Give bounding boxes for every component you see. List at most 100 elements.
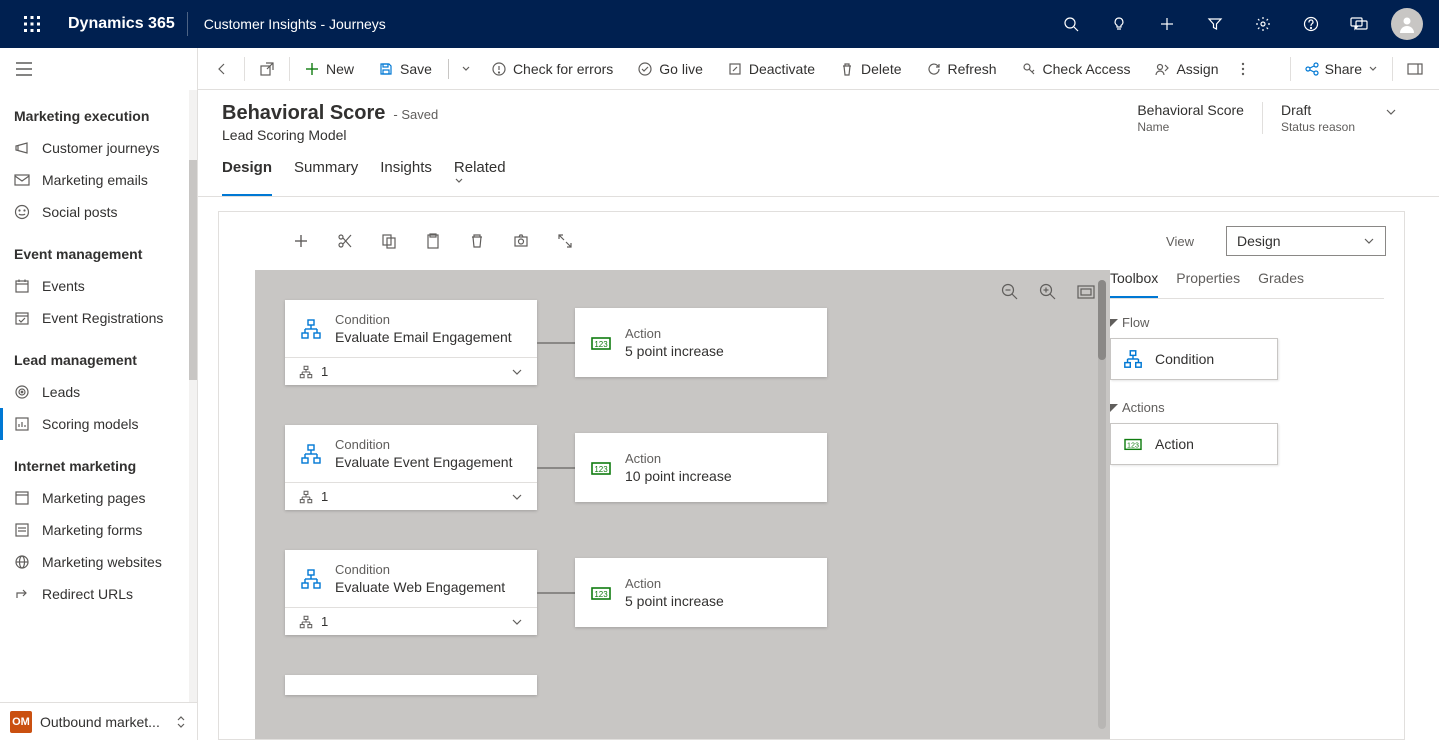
sidebar-item-scoring-models[interactable]: Scoring models [0, 408, 197, 440]
condition-icon [300, 568, 322, 590]
condition-tile[interactable]: ConditionEvaluate Web Engagement 1 [285, 550, 537, 635]
sidebar-item-events[interactable]: Events [0, 270, 197, 302]
sidebar-item-redirect-urls[interactable]: Redirect URLs [0, 578, 197, 610]
area-badge: OM [10, 711, 32, 733]
canvas-scrollbar[interactable] [1098, 280, 1106, 729]
feedback-button[interactable] [1335, 0, 1383, 48]
app-name[interactable]: Customer Insights - Journeys [188, 16, 402, 32]
sidebar-item-leads[interactable]: Leads [0, 376, 197, 408]
filter-button[interactable] [1191, 0, 1239, 48]
hamburger-button[interactable] [0, 48, 197, 90]
action-tile[interactable]: 123Action5 point increase [575, 308, 827, 377]
plus-icon [293, 233, 309, 249]
sidebar-item-marketing-forms[interactable]: Marketing forms [0, 514, 197, 546]
snapshot-button[interactable] [511, 231, 531, 251]
new-button[interactable]: New [292, 48, 366, 89]
tab-related[interactable]: Related [454, 159, 510, 196]
chevron-down-icon[interactable] [1385, 106, 1397, 118]
deactivate-icon [728, 62, 742, 76]
action-tile[interactable]: 123Action5 point increase [575, 558, 827, 627]
triangle-icon [1110, 319, 1118, 327]
area-switcher[interactable]: OM Outbound market... [0, 702, 197, 740]
chevron-down-icon[interactable] [511, 366, 523, 378]
save-dropdown[interactable] [453, 64, 479, 74]
overflow-button[interactable] [1231, 48, 1255, 89]
share-button[interactable]: Share [1293, 61, 1390, 77]
condition-small-icon [299, 490, 313, 504]
toolbox-group-actions: Actions [1110, 400, 1384, 415]
toolbox-tab[interactable]: Toolbox [1110, 270, 1158, 298]
sidebar-item-marketing-websites[interactable]: Marketing websites [0, 546, 197, 578]
view-select[interactable]: Design [1226, 226, 1386, 256]
sidebar-group-title: Internet marketing [0, 440, 197, 482]
paste-button[interactable] [423, 231, 443, 251]
open-new-window-button[interactable] [247, 48, 287, 89]
back-button[interactable] [202, 48, 242, 89]
grades-tab[interactable]: Grades [1258, 270, 1304, 298]
cut-button[interactable] [335, 231, 355, 251]
search-icon [1063, 16, 1079, 32]
connector [537, 592, 575, 594]
user-avatar[interactable] [1391, 8, 1423, 40]
check-errors-button[interactable]: Check for errors [479, 48, 625, 89]
settings-button[interactable] [1239, 0, 1287, 48]
command-bar: New Save Check for errors Go live Deacti… [198, 48, 1439, 90]
fit-icon [1077, 285, 1095, 299]
plus-icon [1159, 16, 1175, 32]
search-button[interactable] [1047, 0, 1095, 48]
assistant-button[interactable] [1095, 0, 1143, 48]
chevron-down-icon[interactable] [511, 491, 523, 503]
help-button[interactable] [1287, 0, 1335, 48]
svg-text:123: 123 [594, 590, 608, 599]
header-field-status[interactable]: Draft Status reason [1262, 102, 1415, 134]
condition-tile[interactable]: ConditionEvaluate Email Engagement 1 [285, 300, 537, 385]
condition-tile[interactable] [285, 675, 537, 695]
delete-element-button[interactable] [467, 231, 487, 251]
tab-insights[interactable]: Insights [380, 159, 432, 196]
go-live-button[interactable]: Go live [625, 48, 715, 89]
megaphone-icon [14, 140, 30, 156]
design-canvas[interactable]: ConditionEvaluate Email Engagement 1 123… [255, 270, 1110, 739]
popout-icon [259, 61, 275, 77]
connector [537, 467, 575, 469]
sidebar-item-customer-journeys[interactable]: Customer journeys [0, 132, 197, 164]
sidebar-item-marketing-emails[interactable]: Marketing emails [0, 164, 197, 196]
sidebar-item-social-posts[interactable]: Social posts [0, 196, 197, 228]
zoom-in-button[interactable] [1038, 282, 1058, 302]
header-field-name[interactable]: Behavioral Score Name [1119, 102, 1262, 134]
deactivate-button[interactable]: Deactivate [715, 48, 827, 89]
delete-button[interactable]: Delete [827, 48, 913, 89]
tab-summary[interactable]: Summary [294, 159, 358, 196]
assign-button[interactable]: Assign [1142, 48, 1230, 89]
side-pane-button[interactable] [1395, 48, 1435, 89]
check-access-button[interactable]: Check Access [1009, 48, 1143, 89]
share-icon [1305, 62, 1319, 76]
sidebar-item-event-registrations[interactable]: Event Registrations [0, 302, 197, 334]
fit-button[interactable] [1076, 282, 1096, 302]
area-label: Outbound market... [40, 714, 167, 730]
refresh-icon [927, 62, 941, 76]
save-button[interactable]: Save [366, 48, 444, 89]
sidebar-item-marketing-pages[interactable]: Marketing pages [0, 482, 197, 514]
triangle-icon [1110, 404, 1118, 412]
refresh-button[interactable]: Refresh [914, 48, 1009, 89]
sidebar-item-label: Marketing forms [42, 522, 142, 538]
toolbox-item-action[interactable]: 123Action [1110, 423, 1278, 465]
add-button[interactable] [1143, 0, 1191, 48]
chevron-down-icon [461, 64, 471, 74]
chevron-down-icon[interactable] [511, 616, 523, 628]
product-name[interactable]: Dynamics 365 [56, 15, 187, 33]
action-tile[interactable]: 123Action10 point increase [575, 433, 827, 502]
add-element-button[interactable] [291, 231, 311, 251]
condition-tile[interactable]: ConditionEvaluate Event Engagement 1 [285, 425, 537, 510]
zoom-in-icon [1039, 283, 1057, 301]
toolbox-item-condition[interactable]: Condition [1110, 338, 1278, 380]
expand-button[interactable] [555, 231, 575, 251]
properties-tab[interactable]: Properties [1176, 270, 1240, 298]
sidebar-scrollbar[interactable] [189, 90, 197, 702]
zoom-out-button[interactable] [1000, 282, 1020, 302]
copy-button[interactable] [379, 231, 399, 251]
tab-design[interactable]: Design [222, 159, 272, 196]
check-circle-icon [638, 62, 652, 76]
app-launcher[interactable] [8, 0, 56, 48]
